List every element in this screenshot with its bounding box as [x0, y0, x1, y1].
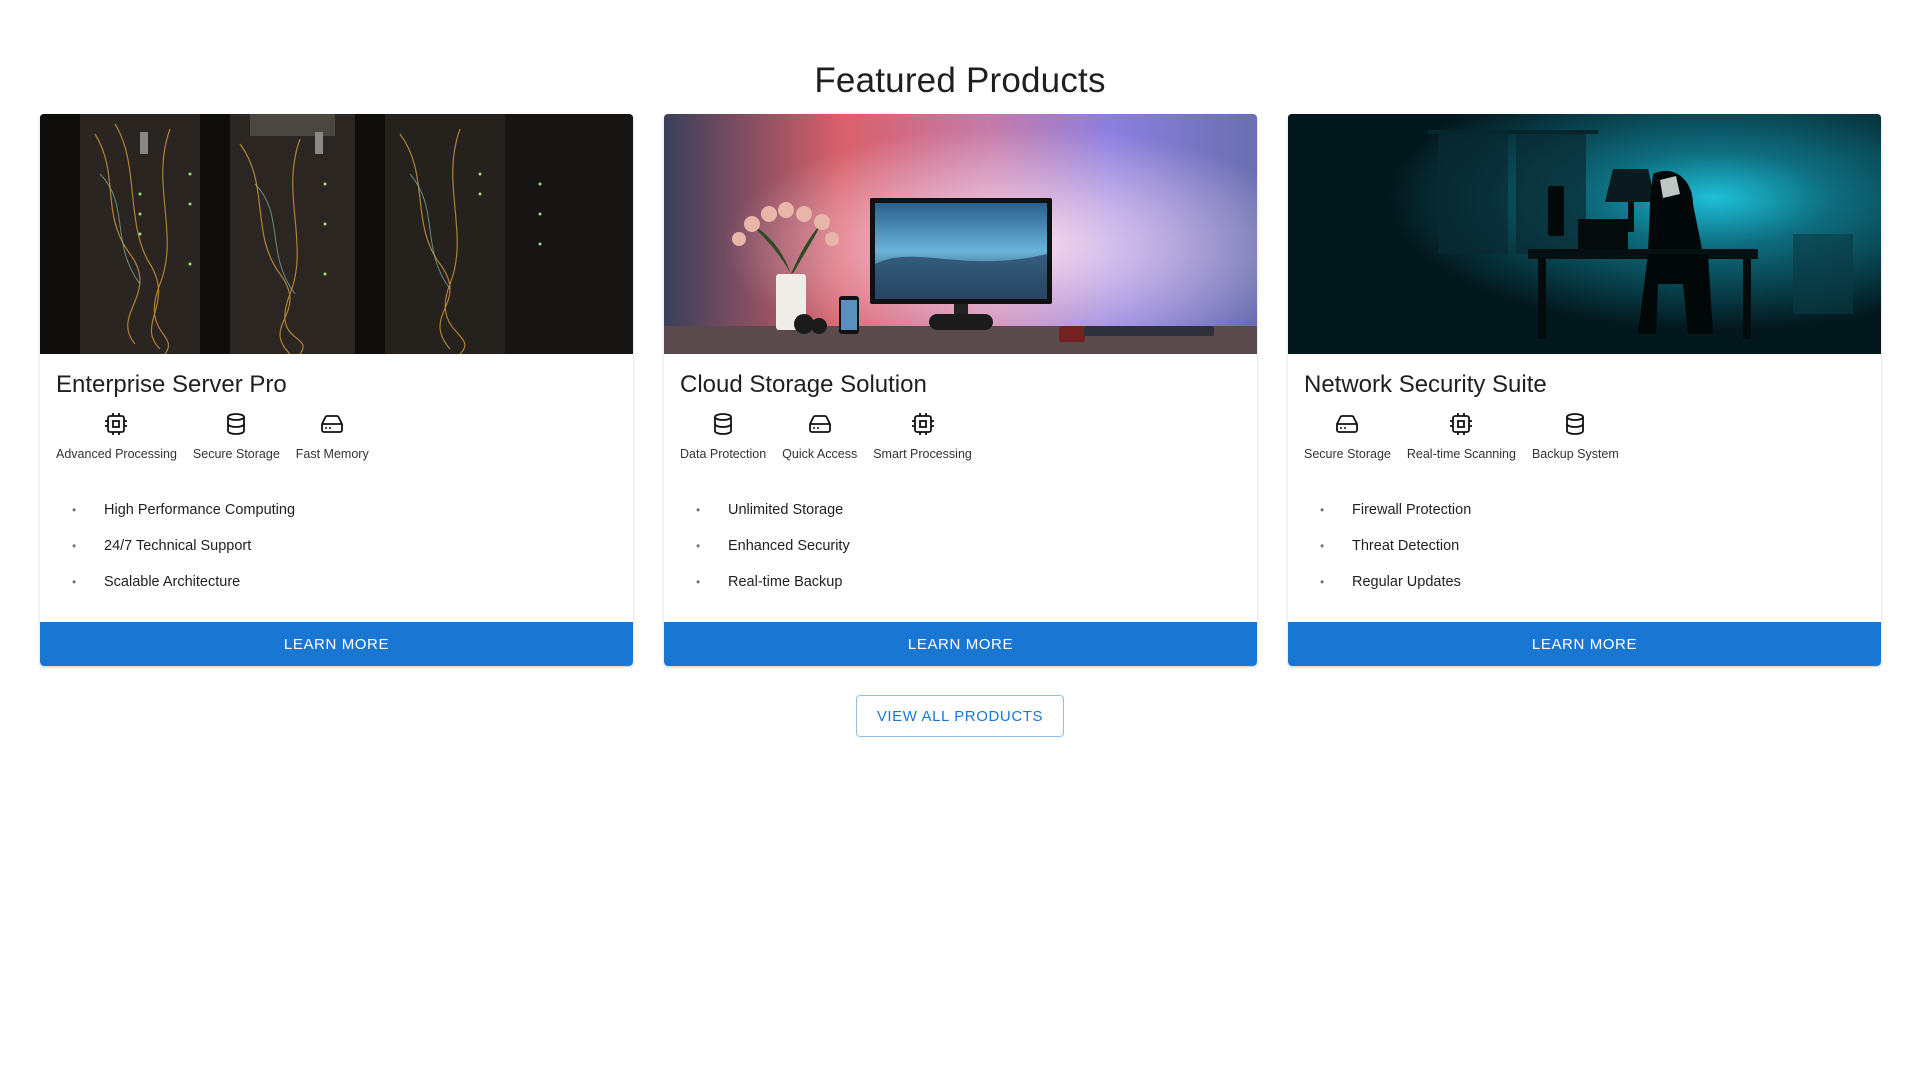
feature-label: Fast Memory: [295, 447, 369, 461]
list-item-text: Real-time Backup: [728, 574, 843, 590]
learn-more-button[interactable]: Learn More: [664, 622, 1257, 666]
feature-list: Advanced Processing Secure Storage Fast …: [56, 410, 369, 470]
hooded-figure-image: [1288, 114, 1881, 354]
bullet-dot: •: [696, 539, 701, 553]
feature-item: Fast Memory: [296, 410, 369, 470]
feature-label: Advanced Processing: [56, 447, 177, 461]
bullet-dot: •: [696, 503, 701, 517]
product-card: Cloud Storage Solution Data Protection Q…: [664, 114, 1257, 666]
feature-item: Real-time Scanning: [1407, 410, 1516, 470]
feature-label: Quick Access: [782, 447, 858, 461]
list-item-text: Firewall Protection: [1352, 502, 1472, 518]
learn-more-button[interactable]: Learn More: [40, 622, 633, 666]
bullet-dot: •: [72, 575, 77, 589]
feature-label: Secure Storage: [192, 447, 280, 461]
feature-item: Data Protection: [680, 410, 766, 470]
hard-drive-icon: [806, 410, 834, 438]
bullet-dot: •: [696, 575, 701, 589]
cpu-icon: [102, 410, 130, 438]
list-item-text: Scalable Architecture: [104, 574, 241, 590]
feature-label: Real-time Scanning: [1406, 447, 1516, 461]
feature-label: Secure Storage: [1304, 447, 1391, 461]
feature-list: Data Protection Quick Access Smart Proce…: [680, 410, 972, 470]
database-icon: [222, 410, 250, 438]
product-card-grid: Enterprise Server Pro Advanced Processin…: [40, 114, 1881, 666]
product-title: Network Security Suite: [1304, 371, 1547, 398]
list-item-text: Enhanced Security: [728, 538, 850, 554]
feature-item: Advanced Processing: [56, 410, 177, 470]
cpu-icon: [909, 410, 937, 438]
feature-label: Backup System: [1531, 447, 1619, 461]
learn-more-button[interactable]: Learn More: [1288, 622, 1881, 666]
database-icon: [1561, 410, 1589, 438]
product-title: Cloud Storage Solution: [680, 371, 927, 398]
feature-label: Data Protection: [680, 447, 767, 461]
list-item-text: Threat Detection: [1352, 538, 1460, 554]
hard-drive-icon: [318, 410, 346, 438]
list-item-text: Regular Updates: [1352, 574, 1461, 590]
feature-item: Secure Storage: [1304, 410, 1391, 470]
cpu-icon: [1447, 410, 1475, 438]
product-card: Enterprise Server Pro Advanced Processin…: [40, 114, 633, 666]
desk-monitor-image: [664, 114, 1257, 354]
feature-item: Quick Access: [782, 410, 857, 470]
feature-label: Smart Processing: [873, 447, 972, 461]
feature-item: Smart Processing: [873, 410, 972, 470]
feature-item: Backup System: [1532, 410, 1619, 470]
bullet-dot: •: [72, 539, 77, 553]
view-all-products-button[interactable]: View All Products: [856, 695, 1064, 737]
bullet-dot: •: [1320, 539, 1325, 553]
feature-item: Secure Storage: [193, 410, 280, 470]
featured-products-page: Featured Products Enterprise Server Pro …: [0, 0, 1920, 1080]
product-title: Enterprise Server Pro: [56, 371, 287, 398]
list-item-text: High Performance Computing: [104, 502, 296, 518]
list-item-text: Unlimited Storage: [728, 502, 844, 518]
feature-list: Secure Storage Real-time Scanning Backup…: [1304, 410, 1619, 470]
list-item-text: 24/7 Technical Support: [104, 538, 252, 554]
hard-drive-icon: [1333, 410, 1361, 438]
database-icon: [709, 410, 737, 438]
bullet-dot: •: [72, 503, 77, 517]
product-card: Network Security Suite Secure Storage Re…: [1288, 114, 1881, 666]
bullet-dot: •: [1320, 575, 1325, 589]
server-rack-image: [40, 114, 633, 354]
bullet-dot: •: [1320, 503, 1325, 517]
page-title: Featured Products: [814, 61, 1106, 101]
